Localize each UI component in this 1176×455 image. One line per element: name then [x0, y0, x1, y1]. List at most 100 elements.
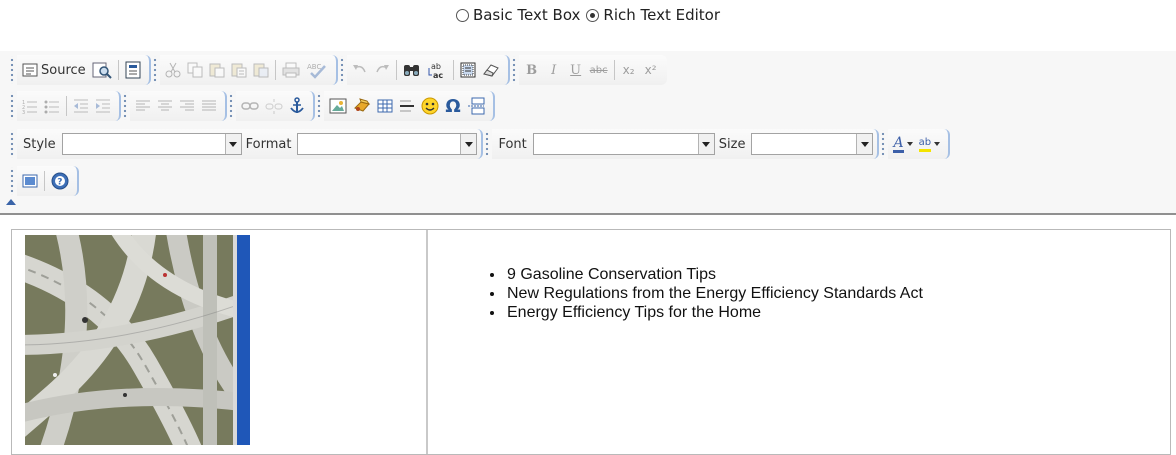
rich-text-editor-label: Rich Text Editor [603, 6, 721, 24]
rich-text-editor-radio[interactable] [586, 8, 600, 22]
font-label: Font [498, 136, 527, 152]
paste-text-button[interactable] [228, 58, 250, 82]
table-button[interactable] [374, 94, 396, 118]
basic-text-box-option[interactable]: Basic Text Box [455, 6, 580, 24]
replace-button[interactable]: ab ac [424, 58, 450, 82]
size-dropdown-arrow-icon[interactable] [856, 134, 873, 154]
format-dropdown-arrow-icon[interactable] [460, 134, 477, 154]
toolbar-grip[interactable] [229, 92, 233, 120]
special-char-button[interactable]: Ω [442, 94, 464, 118]
toolbar-grip[interactable] [339, 56, 344, 84]
toolbar-grip[interactable] [881, 130, 886, 158]
flash-button[interactable] [350, 94, 374, 118]
text-color-button[interactable]: A [890, 132, 915, 156]
superscript-button[interactable]: x² [640, 58, 662, 82]
paste-button[interactable] [206, 58, 228, 82]
spellcheck-icon: ABC [306, 61, 328, 79]
source-label: Source [41, 62, 86, 78]
strike-button[interactable]: abc [587, 58, 611, 82]
about-button[interactable]: ? [48, 169, 72, 193]
align-left-button[interactable] [132, 94, 154, 118]
paste-word-icon [253, 62, 269, 78]
outdent-button[interactable] [70, 94, 92, 118]
highway-interchange-image [25, 235, 250, 445]
rich-text-editor-option[interactable]: Rich Text Editor [586, 6, 720, 24]
find-button[interactable] [400, 58, 424, 82]
anchor-button[interactable] [286, 94, 308, 118]
editor-content-area[interactable]: 9 Gasoline Conservation Tips New Regulat… [0, 215, 1176, 455]
toolbar-grip[interactable] [123, 92, 127, 120]
list-item[interactable]: Energy Efficiency Tips for the Home [505, 303, 925, 322]
justify-button[interactable] [198, 94, 220, 118]
list-item[interactable]: New Regulations from the Energy Efficien… [505, 284, 925, 303]
align-right-icon [179, 99, 195, 113]
remove-format-button[interactable] [479, 58, 503, 82]
font-select[interactable] [532, 133, 715, 155]
colors-group: A ab [888, 129, 951, 159]
cut-button[interactable] [162, 58, 184, 82]
find-icon [403, 62, 421, 78]
copy-button[interactable] [184, 58, 206, 82]
justify-icon [201, 99, 217, 113]
horizontal-rule-button[interactable] [396, 94, 418, 118]
align-right-button[interactable] [176, 94, 198, 118]
editor-toolbar: Source ABC ab ac B I U abc x₂ x² 1 2 3 Ω… [0, 51, 1176, 215]
spellcheck-button[interactable]: ABC [303, 58, 331, 82]
toolbar-grip[interactable] [10, 56, 14, 84]
format-select-value [298, 134, 460, 154]
toolbar-grip[interactable] [485, 130, 490, 158]
list-item[interactable]: 9 Gasoline Conservation Tips [505, 265, 925, 284]
replace-icon: ab ac [427, 61, 447, 79]
templates-icon [125, 61, 141, 79]
indent-button[interactable] [92, 94, 114, 118]
article-list: 9 Gasoline Conservation Tips New Regulat… [485, 265, 925, 322]
page-break-button[interactable] [464, 94, 488, 118]
preview-button[interactable] [89, 58, 115, 82]
maximize-button[interactable] [19, 169, 41, 193]
style-select[interactable] [61, 133, 242, 155]
subscript-button[interactable]: x₂ [618, 58, 640, 82]
templates-button[interactable] [122, 58, 144, 82]
smiley-button[interactable] [418, 94, 442, 118]
undo-button[interactable] [349, 58, 371, 82]
toolbar-grip[interactable] [152, 56, 157, 84]
separator [66, 96, 67, 116]
toolbar-grip[interactable] [10, 92, 14, 120]
source-button[interactable]: Source [19, 58, 89, 82]
toolbar-row-3: Style Format Font Size A ab [10, 128, 952, 160]
align-center-button[interactable] [154, 94, 176, 118]
unlink-button[interactable] [262, 94, 286, 118]
table-icon [377, 99, 393, 113]
select-all-button[interactable] [457, 58, 479, 82]
separator [274, 60, 276, 80]
highway-photo [25, 235, 250, 445]
bold-button[interactable]: B [521, 58, 543, 82]
table-cell-image[interactable] [12, 230, 427, 454]
image-button[interactable] [326, 94, 350, 118]
style-label: Style [23, 136, 56, 152]
font-dropdown-arrow-icon[interactable] [697, 134, 714, 154]
svg-text:ab: ab [431, 62, 441, 71]
redo-button[interactable] [371, 58, 393, 82]
format-select[interactable] [297, 133, 478, 155]
toolbar-grip[interactable] [511, 56, 516, 84]
toolbar-grip[interactable] [10, 167, 14, 195]
print-button[interactable] [279, 58, 303, 82]
toolbar-collapse-icon[interactable] [6, 199, 16, 205]
numbered-list-button[interactable]: 123 [19, 94, 41, 118]
toolbar-grip[interactable] [10, 130, 14, 158]
paste-word-button[interactable] [250, 58, 272, 82]
underline-button[interactable]: U [565, 58, 587, 82]
maximize-icon [22, 174, 38, 188]
toolbar-grip[interactable] [317, 92, 321, 120]
link-button[interactable] [238, 94, 262, 118]
bulleted-list-button[interactable] [41, 94, 63, 118]
size-select[interactable] [751, 133, 874, 155]
style-dropdown-arrow-icon[interactable] [224, 134, 241, 154]
print-icon [282, 62, 300, 78]
bg-color-button[interactable]: ab [916, 132, 943, 156]
select-all-icon [460, 62, 476, 78]
italic-button[interactable]: I [543, 58, 565, 82]
table-cell-list[interactable]: 9 Gasoline Conservation Tips New Regulat… [427, 230, 1170, 454]
basic-text-box-radio[interactable] [455, 8, 469, 22]
